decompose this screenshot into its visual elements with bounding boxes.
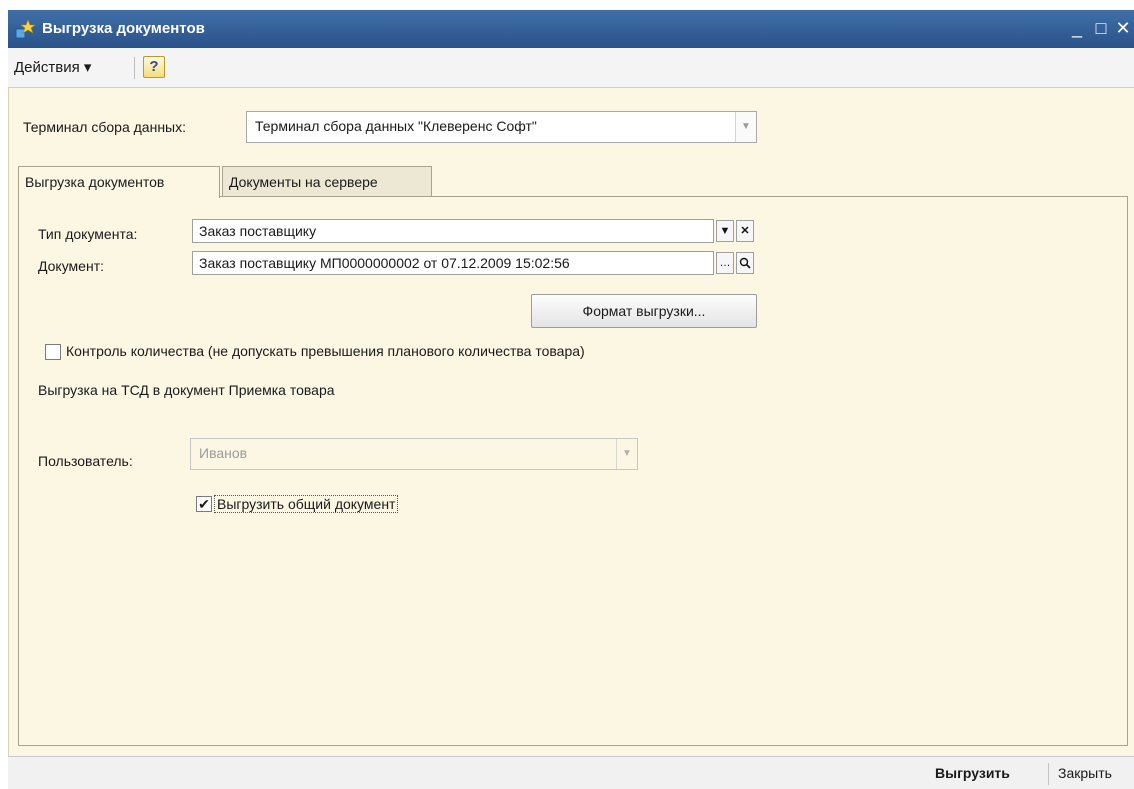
select-ellipsis-button[interactable]: … bbox=[716, 252, 734, 274]
tab-server-documents[interactable]: Документы на сервере bbox=[222, 166, 432, 196]
tab-export-documents[interactable]: Выгрузка документов bbox=[18, 166, 220, 198]
export-format-button[interactable]: Формат выгрузки... bbox=[531, 294, 757, 328]
quantity-control-label[interactable]: Контроль количества (не допускать превыш… bbox=[66, 343, 585, 359]
chevron-down-icon: ▼ bbox=[616, 439, 637, 469]
user-select: Иванов ▼ bbox=[190, 438, 638, 470]
terminal-value: Терминал сбора данных "Клеверенс Софт" bbox=[255, 118, 537, 134]
terminal-select[interactable]: Терминал сбора данных "Клеверенс Софт" ▼ bbox=[246, 111, 757, 143]
footer-bar: Выгрузить Закрыть bbox=[8, 756, 1134, 789]
terminal-label: Терминал сбора данных: bbox=[23, 119, 186, 135]
chevron-down-icon[interactable]: ▼ bbox=[735, 112, 756, 142]
actions-menu[interactable]: Действия ▾ bbox=[14, 58, 91, 76]
doc-type-label: Тип документа: bbox=[38, 226, 138, 242]
user-label: Пользователь: bbox=[38, 453, 133, 469]
quantity-control-checkbox[interactable] bbox=[45, 344, 61, 360]
user-value: Иванов bbox=[199, 445, 248, 461]
export-common-label[interactable]: Выгрузить общий документ bbox=[214, 495, 399, 513]
info-text: Выгрузка на ТСД в документ Приемка товар… bbox=[38, 382, 335, 398]
dropdown-arrow-icon[interactable]: ▼ bbox=[716, 220, 734, 242]
document-label: Документ: bbox=[38, 258, 104, 274]
export-common-checkbox[interactable]: ✔ bbox=[196, 496, 212, 512]
close-window-button[interactable]: ✕ bbox=[1114, 18, 1132, 39]
window-titlebar: Выгрузка документов _ □ ✕ bbox=[8, 10, 1134, 48]
tab-panel bbox=[18, 196, 1128, 746]
minimize-button[interactable]: _ bbox=[1068, 18, 1086, 39]
toolbar-separator bbox=[134, 57, 135, 79]
search-icon[interactable] bbox=[736, 252, 754, 274]
clear-icon[interactable]: ✕ bbox=[736, 220, 754, 242]
window-title: Выгрузка документов bbox=[42, 20, 205, 37]
doc-type-field[interactable]: Заказ поставщику bbox=[192, 219, 714, 243]
footer-separator bbox=[1048, 763, 1049, 785]
app-icon bbox=[15, 19, 36, 39]
close-button[interactable]: Закрыть bbox=[1058, 765, 1112, 781]
maximize-button[interactable]: □ bbox=[1092, 18, 1110, 39]
toolbar: Действия ▾ ? bbox=[8, 48, 1134, 88]
help-icon[interactable]: ? bbox=[143, 56, 165, 78]
export-button[interactable]: Выгрузить bbox=[935, 765, 1010, 781]
document-field[interactable]: Заказ поставщику МП0000000002 от 07.12.2… bbox=[192, 251, 714, 275]
